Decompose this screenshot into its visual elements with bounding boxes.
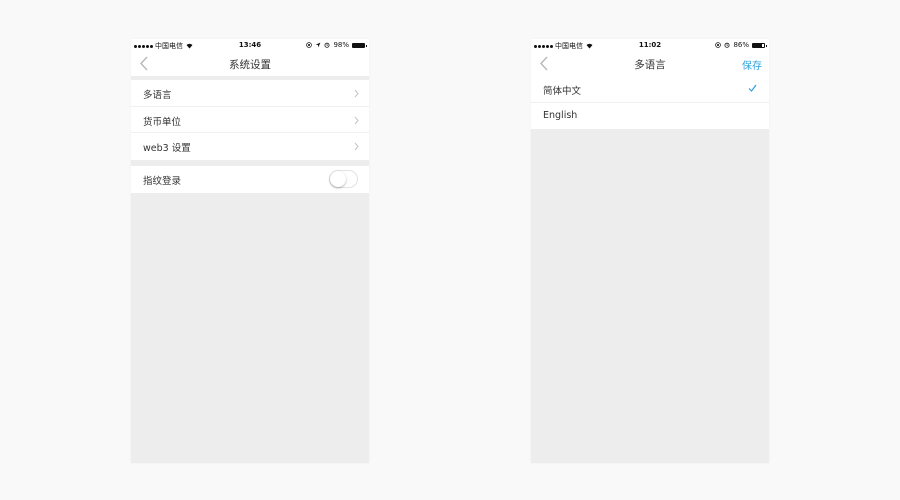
language-option-english[interactable]: English — [531, 103, 769, 130]
menu-item-label: 多语言 — [143, 90, 172, 101]
status-bar: 中国电信 13:46 98% — [131, 39, 369, 51]
chevron-right-icon — [354, 89, 359, 98]
alarm-icon — [324, 42, 330, 48]
battery-percent: 86% — [733, 41, 749, 49]
checkmark-icon — [748, 84, 757, 92]
status-bar: 中国电信 11:02 86% — [531, 39, 769, 51]
toggle-knob — [330, 171, 346, 187]
settings-menu-group: 多语言 货币单位 web3 设置 — [131, 80, 369, 160]
orientation-lock-icon — [306, 42, 313, 48]
nav-bar: 多语言 保存 — [531, 51, 769, 76]
language-option-simplified-chinese[interactable]: 简体中文 — [531, 76, 769, 103]
page-title: 系统设置 — [229, 59, 271, 71]
battery-fill — [353, 43, 364, 47]
battery-icon — [352, 42, 367, 48]
save-button[interactable]: 保存 — [742, 57, 762, 72]
location-icon — [316, 42, 321, 48]
menu-item-web3[interactable]: web3 设置 — [131, 133, 369, 160]
menu-item-label: web3 设置 — [143, 143, 191, 154]
nav-bar: 系统设置 — [131, 51, 369, 76]
page-title: 多语言 — [634, 59, 666, 71]
menu-item-currency[interactable]: 货币单位 — [131, 107, 369, 133]
alarm-icon — [724, 42, 730, 48]
language-options-group: 简体中文 English — [531, 76, 769, 129]
menu-item-label: 货币单位 — [143, 116, 182, 128]
chevron-right-icon — [354, 142, 359, 151]
language-option-label: 简体中文 — [543, 86, 582, 97]
battery-fill — [753, 43, 763, 47]
battery-icon — [752, 42, 767, 48]
fingerprint-login-row: 指纹登录 — [131, 166, 369, 193]
menu-item-language[interactable]: 多语言 — [131, 80, 369, 107]
language-screen: 中国电信 11:02 86% 多语言 保存 简体中文 English — [531, 39, 769, 463]
language-option-label: English — [543, 109, 578, 121]
orientation-lock-icon — [715, 42, 722, 48]
battery-percent: 98% — [333, 41, 349, 49]
security-group: 指纹登录 — [131, 166, 369, 193]
fingerprint-login-toggle[interactable] — [329, 170, 358, 188]
settings-screen: 中国电信 13:46 98% 系统设置 多语言 货币单位 web3 设置 指纹登… — [131, 39, 369, 463]
fingerprint-login-label: 指纹登录 — [143, 176, 182, 187]
chevron-right-icon — [354, 116, 359, 124]
